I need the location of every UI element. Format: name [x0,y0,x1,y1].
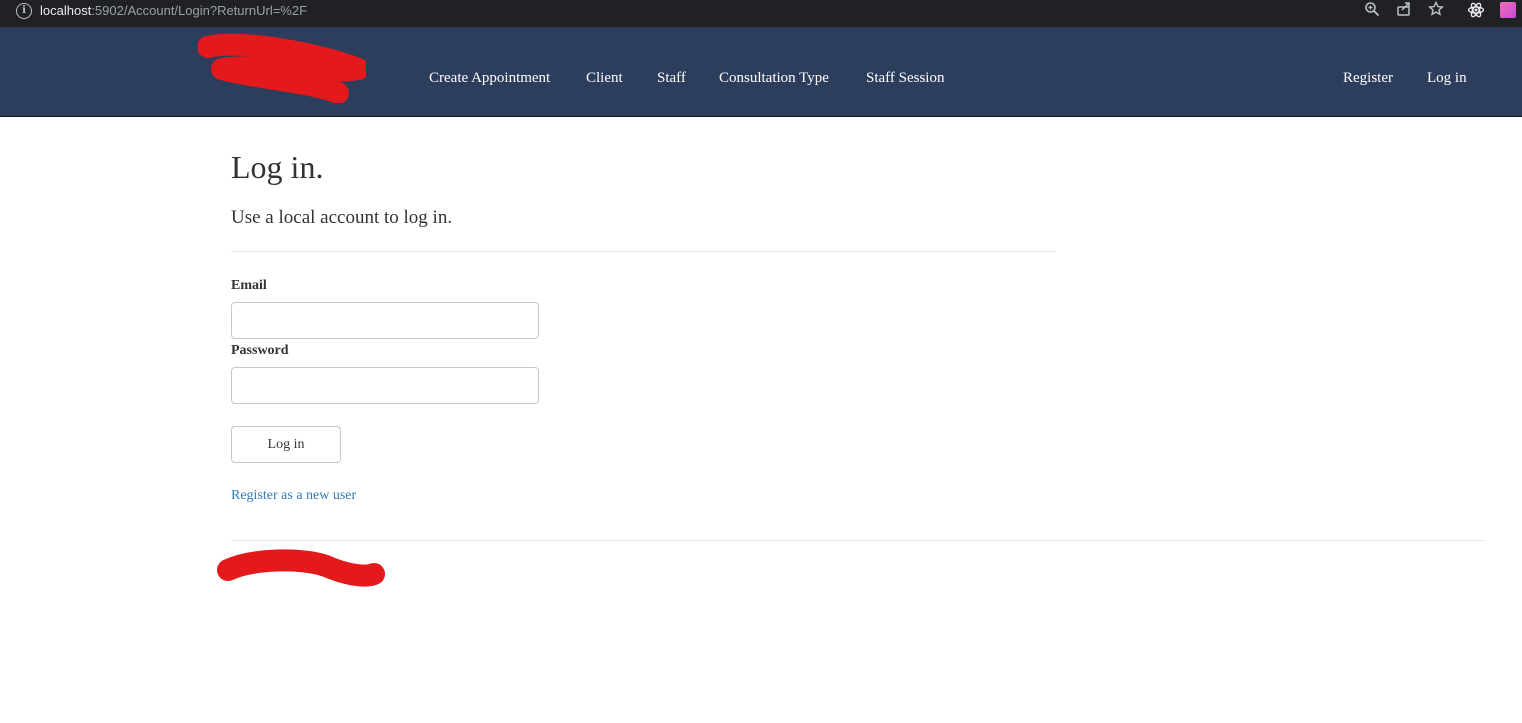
extension-icon[interactable] [1466,1,1486,21]
nav-staff-session[interactable]: Staff Session [866,69,944,87]
nav-log-in[interactable]: Log in [1427,69,1467,87]
url-path: :5902/Account/Login?ReturnUrl=%2F [91,3,308,18]
nav-staff[interactable]: Staff [657,69,686,87]
register-new-user-link[interactable]: Register as a new user [231,487,356,505]
browser-address-bar: i localhost:5902/Account/Login?ReturnUrl… [0,0,1522,27]
address-url[interactable]: localhost:5902/Account/Login?ReturnUrl=%… [40,2,307,19]
page-title: Log in. [231,149,324,185]
zoom-icon[interactable] [1362,1,1382,21]
url-host: localhost [40,3,92,18]
nav-create-appointment[interactable]: Create Appointment [429,69,550,87]
email-field[interactable] [231,302,539,339]
nav-client[interactable]: Client [586,69,623,87]
nav-consultation-type[interactable]: Consultation Type [719,69,829,87]
nav-register[interactable]: Register [1343,69,1393,87]
share-icon[interactable] [1394,1,1414,21]
page-subtitle: Use a local account to log in. [231,207,453,228]
profile-icon[interactable] [1500,2,1516,18]
divider [231,251,1056,252]
brand-logo-redacted[interactable] [198,33,366,103]
footer-divider [231,540,1485,541]
password-field[interactable] [231,367,539,404]
navbar: Create Appointment Client Staff Consulta… [0,27,1522,117]
log-in-button[interactable]: Log in [231,426,341,463]
bookmark-star-icon[interactable] [1426,0,1446,21]
info-icon[interactable]: i [16,3,32,19]
footer-text-redacted [217,549,385,587]
email-label: Email [231,278,267,293]
password-label: Password [231,343,289,358]
